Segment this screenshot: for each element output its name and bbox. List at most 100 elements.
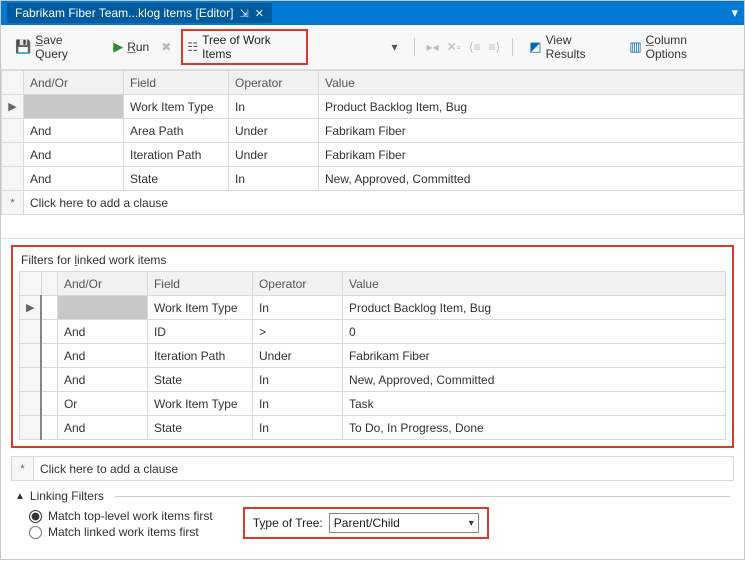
field-cell[interactable]: State [147,416,252,440]
view-results-button[interactable]: ◩ View Results [523,31,619,63]
collapse-icon[interactable]: ▲ [15,491,25,502]
operator-cell[interactable]: In [252,296,342,320]
value-cell[interactable]: Fabrikam Fiber [319,143,744,167]
operator-cell[interactable]: > [252,320,342,344]
match-linked-input[interactable] [29,526,42,539]
section-gap [1,215,744,239]
value-cell[interactable]: To Do, In Progress, Done [342,416,725,440]
operator-cell[interactable]: Under [229,119,319,143]
clause-row[interactable]: ▶ Work Item TypeInProduct Backlog Item, B… [20,296,726,320]
ungroup-icon[interactable]: ≡⟩ [487,40,503,54]
match-linked-label: Match linked work items first [48,525,199,539]
operator-cell[interactable]: Under [252,344,342,368]
tab-title: Fabrikam Fiber Team...klog items [Editor… [15,6,234,20]
value-cell[interactable]: Fabrikam Fiber [342,344,725,368]
operator-cell[interactable]: In [229,95,319,119]
andor-cell[interactable]: And [24,143,124,167]
row-marker [20,392,42,416]
match-top-radio[interactable]: Match top-level work items first [29,509,213,523]
value-cell[interactable]: Task [342,392,725,416]
andor-cell[interactable]: And [24,167,124,191]
clause-row[interactable]: AndIteration PathUnderFabrikam Fiber [20,344,726,368]
window-dropdown-icon[interactable]: ▾ [731,5,738,21]
andor-cell[interactable]: And [24,119,124,143]
delete-clause-icon[interactable]: ✕▫ [445,40,463,54]
field-cell[interactable]: Work Item Type [147,296,252,320]
operator-cell[interactable]: In [229,167,319,191]
andor-cell[interactable]: And [57,368,147,392]
field-cell[interactable]: Iteration Path [147,344,252,368]
column-options-button[interactable]: ▥ Column Options [623,31,736,63]
operator-cell[interactable]: Under [229,143,319,167]
row-marker [2,143,24,167]
results-icon: ◩ [529,39,541,55]
run-button[interactable]: ▶ Run [107,37,155,57]
andor-cell[interactable]: And [57,344,147,368]
value-cell[interactable]: Product Backlog Item, Bug [319,95,744,119]
clause-row[interactable]: AndArea PathUnderFabrikam Fiber [2,119,744,143]
andor-cell[interactable]: And [57,416,147,440]
save-query-button[interactable]: 💾 Save Query [9,31,103,63]
row-marker: ▶ [20,296,42,320]
clause-row[interactable]: OrWork Item TypeInTask [20,392,726,416]
add-clause-icon[interactable]: ▸◂ [425,40,441,54]
value-cell[interactable]: Fabrikam Fiber [319,119,744,143]
value-cell[interactable]: New, Approved, Committed [342,368,725,392]
andor-cell[interactable]: Or [57,392,147,416]
clause-row[interactable]: AndID>0 [20,320,726,344]
operator-cell[interactable]: In [252,392,342,416]
document-tab[interactable]: Fabrikam Fiber Team...klog items [Editor… [7,3,272,23]
operator-header: Operator [229,71,319,95]
match-top-input[interactable] [29,510,42,523]
clause-row[interactable]: AndIteration PathUnderFabrikam Fiber [2,143,744,167]
field-cell[interactable]: Work Item Type [124,95,229,119]
operator-cell[interactable]: In [252,416,342,440]
marker-header [20,272,42,296]
group-bracket [41,368,57,392]
field-cell[interactable]: Iteration Path [124,143,229,167]
field-header: Field [124,71,229,95]
field-cell[interactable]: Area Path [124,119,229,143]
save-icon: 💾 [15,39,31,55]
run-label: Run [127,40,149,54]
value-cell[interactable]: Product Backlog Item, Bug [342,296,725,320]
chevron-down-icon[interactable]: ▾ [469,518,474,529]
type-of-tree-box: Type of Tree: Parent/Child ▾ [243,507,489,539]
value-cell[interactable]: New, Approved, Committed [319,167,744,191]
add-clause-text: Click here to add a clause [34,457,734,481]
value-cell[interactable]: 0 [342,320,725,344]
field-cell[interactable]: State [147,368,252,392]
grid-header-row: And/Or Field Operator Value [20,272,726,296]
type-of-tree-dropdown[interactable]: Parent/Child ▾ [329,513,479,533]
type-of-tree-label: Type of Tree: [253,516,323,530]
clause-row[interactable]: AndStateInNew, Approved, Committed [20,368,726,392]
linked-add-clause[interactable]: * Click here to add a clause [11,456,734,481]
group-icon[interactable]: ⟨≡ [467,40,483,54]
andor-cell[interactable] [24,95,124,119]
match-linked-radio[interactable]: Match linked work items first [29,525,213,539]
group-bracket [41,320,57,344]
row-marker [20,344,42,368]
separator [512,38,513,56]
query-clauses-grid[interactable]: And/Or Field Operator Value ▶Work Item T… [1,70,744,215]
clause-row[interactable]: AndStateInNew, Approved, Committed [2,167,744,191]
field-cell[interactable]: Work Item Type [147,392,252,416]
clause-row[interactable]: ▶Work Item TypeInProduct Backlog Item, B… [2,95,744,119]
field-cell[interactable]: State [124,167,229,191]
andor-cell[interactable]: And [57,320,147,344]
close-icon[interactable]: ✕ [255,7,264,20]
tree-of-work-items-dropdown[interactable]: ☷ Tree of Work Items [181,29,307,65]
linked-clauses-grid[interactable]: And/Or Field Operator Value ▶ Work Item T… [19,271,726,440]
add-clause-row[interactable]: * Click here to add a clause [2,191,744,215]
field-cell[interactable]: ID [147,320,252,344]
linking-filters-header[interactable]: ▲ Linking Filters [15,489,730,503]
andor-cell[interactable] [57,296,147,320]
match-top-label: Match top-level work items first [48,509,213,523]
refresh-icon[interactable]: ✖ [161,40,171,54]
operator-cell[interactable]: In [252,368,342,392]
clause-row[interactable]: AndStateInTo Do, In Progress, Done [20,416,726,440]
view-results-label: View Results [546,33,614,61]
chevron-down-icon[interactable]: ▾ [392,40,398,54]
pin-icon[interactable]: ⇲ [240,7,249,20]
clause-toolbar: ▸◂ ✕▫ ⟨≡ ≡⟩ [425,40,503,54]
